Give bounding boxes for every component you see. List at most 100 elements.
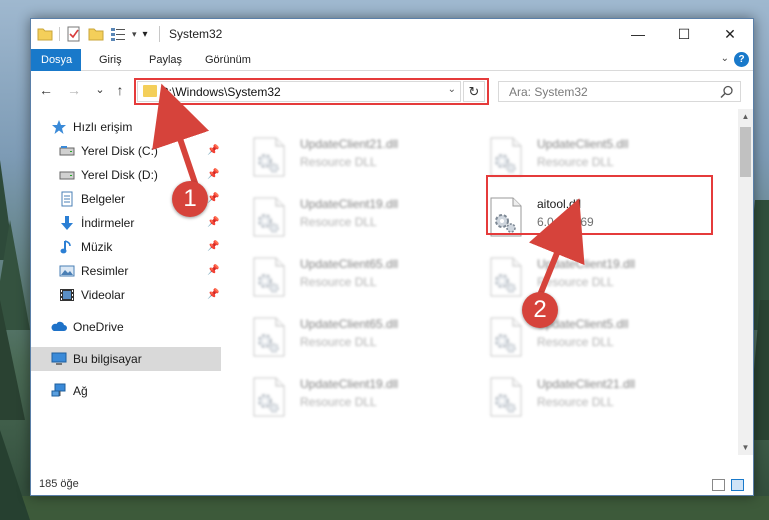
address-path[interactable]: C:\Windows\System32: [160, 85, 281, 99]
file-item[interactable]: UpdateClient19.dll Resource DLL: [252, 195, 472, 243]
file-name: UpdateClient19.dll: [300, 197, 399, 211]
drive-icon: [59, 171, 75, 180]
file-description: Resource DLL: [537, 155, 614, 169]
pin-icon: 📌: [207, 217, 220, 228]
close-icon: ✕: [724, 25, 736, 42]
recent-locations-button[interactable]: ⌄: [91, 80, 109, 100]
scroll-down-icon[interactable]: ▼: [738, 440, 753, 455]
documents-icon: [61, 191, 73, 207]
pin-icon: 📌: [207, 169, 220, 180]
sidebar-item-label: Yerel Disk (C:): [81, 144, 158, 158]
search-icon[interactable]: [720, 85, 734, 99]
music-icon: [60, 240, 71, 254]
sidebar-item-videos[interactable]: Videolar 📌: [31, 283, 221, 307]
file-item[interactable]: UpdateClient5.dll Resource DLL: [489, 315, 709, 363]
drive-icon: [59, 146, 75, 156]
network-icon: [51, 383, 66, 397]
sidebar-item-label: Resimler: [81, 264, 129, 278]
file-list: UpdateClient21.dll Resource DLL UpdateClie…: [224, 109, 737, 455]
search-input[interactable]: Ara: System32: [498, 81, 741, 102]
videos-icon: [60, 289, 74, 301]
vertical-scrollbar[interactable]: ▲ ▼: [738, 109, 753, 455]
sidebar-item-onedrive[interactable]: OneDrive: [31, 315, 221, 339]
tab-home[interactable]: Giriş: [89, 49, 132, 71]
pin-icon: 📌: [207, 145, 220, 156]
file-name: UpdateClient19.dll: [537, 257, 636, 271]
sidebar-item-label: OneDrive: [73, 320, 124, 334]
star-icon: [52, 120, 66, 134]
callout-2: 2: [522, 292, 558, 328]
file-item[interactable]: UpdateClient21.dll Resource DLL: [252, 135, 472, 183]
properties-icon[interactable]: [66, 26, 82, 42]
dll-file-icon: [253, 317, 285, 357]
pictures-icon: [59, 265, 75, 277]
qat-overflow-icon[interactable]: ▾: [143, 29, 148, 40]
status-bar: 185 öğe: [31, 475, 753, 495]
window-title: System32: [169, 27, 223, 41]
new-folder-icon[interactable]: [88, 26, 104, 42]
file-item[interactable]: UpdateClient19.dll Resource DLL: [252, 375, 472, 423]
pin-icon: 📌: [207, 289, 220, 300]
file-item[interactable]: UpdateClient21.dll Resource DLL: [489, 375, 709, 423]
dll-file-icon: [253, 137, 285, 177]
folder-icon[interactable]: [37, 26, 53, 42]
file-name: UpdateClient65.dll: [300, 257, 399, 271]
help-icon[interactable]: ?: [734, 52, 749, 67]
folder-icon: [143, 85, 157, 97]
item-count: 185 öğe: [39, 478, 79, 490]
sidebar-item-quick-access[interactable]: Hızlı erişim: [31, 115, 221, 139]
dll-file-icon: [490, 137, 522, 177]
sidebar-item-label: Videolar: [81, 288, 125, 302]
sidebar-item-label: Yerel Disk (D:): [81, 168, 158, 182]
dll-file-icon: [490, 377, 522, 417]
back-button[interactable]: ←: [37, 80, 55, 100]
sidebar-item-label: Belgeler: [81, 192, 126, 206]
sidebar-item-label: Hızlı erişim: [73, 120, 133, 134]
file-description: Resource DLL: [300, 275, 377, 289]
maximize-button[interactable]: ☐: [661, 19, 707, 49]
up-button[interactable]: ↑: [111, 80, 129, 100]
sidebar-item-network[interactable]: Ağ: [31, 379, 221, 403]
customize-qat-icon[interactable]: ▾: [132, 29, 137, 40]
file-item[interactable]: UpdateClient19.dll Resource DLL: [489, 255, 709, 303]
file-item[interactable]: UpdateClient65.dll Resource DLL: [252, 255, 472, 303]
navigation-pane: Hızlı erişim Yerel Disk (C:) 📌 Yerel Dis…: [31, 109, 221, 455]
view-details-icon[interactable]: [110, 26, 126, 42]
search-placeholder: Ara: System32: [509, 85, 588, 99]
dll-file-icon: [253, 377, 285, 417]
forward-button[interactable]: →: [65, 80, 83, 100]
sidebar-item-pictures[interactable]: Resimler 📌: [31, 259, 221, 283]
sidebar-item-music[interactable]: Müzik 📌: [31, 235, 221, 259]
tab-view[interactable]: Görünüm: [195, 49, 261, 71]
file-name: UpdateClient19.dll: [300, 377, 399, 391]
maximize-icon: ☐: [677, 25, 691, 42]
tab-file[interactable]: Dosya: [31, 49, 81, 71]
sidebar-item-label: Bu bilgisayar: [73, 352, 142, 366]
computer-icon: [51, 352, 67, 365]
scroll-up-icon[interactable]: ▲: [738, 109, 753, 124]
sidebar-item-disk-c[interactable]: Yerel Disk (C:) 📌: [31, 139, 221, 163]
minimize-button[interactable]: —: [615, 19, 661, 49]
address-bar[interactable]: C:\Windows\System32 ⌄: [137, 81, 461, 102]
file-item[interactable]: UpdateClient65.dll Resource DLL: [252, 315, 472, 363]
explorer-window: ▾ ▾ System32 — ☐ ✕ Dosya Giriş Paylaş Gö…: [30, 18, 754, 496]
quick-access-toolbar: ▾ ▾: [37, 26, 148, 42]
scroll-thumb[interactable]: [740, 127, 751, 177]
large-icons-view-icon[interactable]: [731, 479, 744, 491]
file-description: Resource DLL: [537, 275, 614, 289]
refresh-button[interactable]: ↻: [463, 81, 485, 102]
sidebar-item-this-pc[interactable]: Bu bilgisayar: [31, 347, 221, 371]
file-name: UpdateClient65.dll: [300, 317, 399, 331]
close-button[interactable]: ✕: [707, 19, 753, 49]
expand-ribbon-icon[interactable]: ⌄: [721, 53, 729, 64]
details-view-icon[interactable]: [712, 479, 725, 491]
ribbon-tabs: Dosya Giriş Paylaş Görünüm ⌄ ?: [31, 49, 753, 71]
sidebar-item-label: İndirmeler: [81, 216, 135, 230]
download-icon: [61, 216, 73, 230]
dll-file-icon: [490, 317, 522, 357]
file-description: Resource DLL: [300, 155, 377, 169]
address-dropdown-icon[interactable]: ⌄: [448, 84, 456, 95]
file-description: Resource DLL: [537, 395, 614, 409]
tab-share[interactable]: Paylaş: [139, 49, 192, 71]
minimize-icon: —: [631, 26, 645, 42]
